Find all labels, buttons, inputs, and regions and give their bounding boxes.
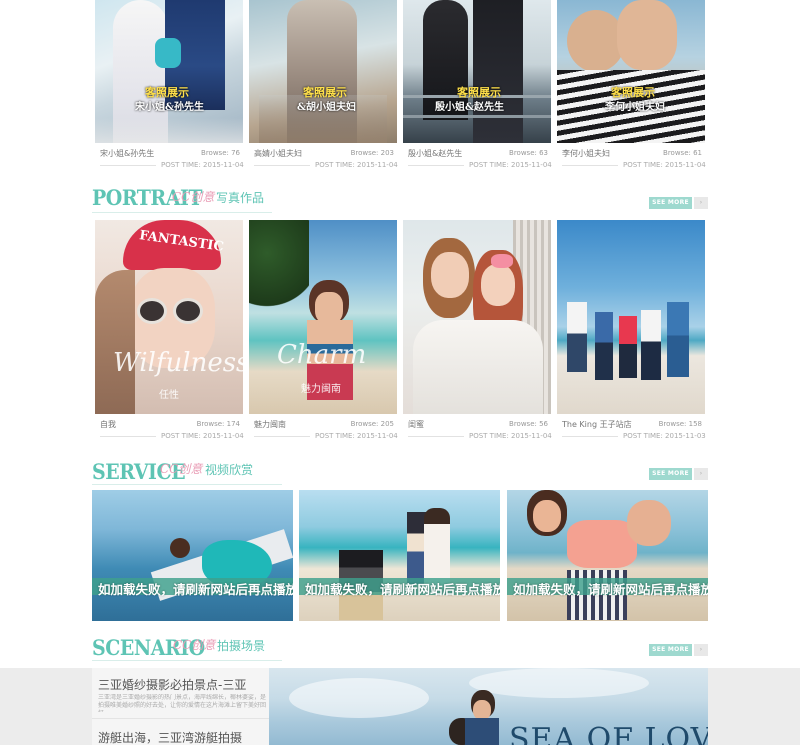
- video-overlay-text: 如加载失败，请刷新网站后再点播放: [305, 582, 500, 597]
- photo-title[interactable]: 高婧小姐夫妇: [254, 148, 302, 159]
- see-more-arrow-icon[interactable]: ›: [694, 468, 708, 480]
- scenario-item-title[interactable]: 三亚婚纱摄影必拍景点-三亚: [98, 676, 246, 693]
- see-more-arrow-icon[interactable]: ›: [694, 644, 708, 656]
- post-time: POST TIME: 2015-11-04: [161, 432, 244, 440]
- browse-count: Browse: 63: [509, 149, 548, 157]
- scenario-item-desc: 三亚湾是三亚婚纱摄影的热门景点，海岸线绵长，椰林婆娑，是拍摄唯美婚纱照的好去处，…: [98, 694, 266, 712]
- gallery-photo[interactable]: 客照展示 殷小姐&赵先生: [403, 0, 551, 143]
- caption-divider: [100, 436, 156, 437]
- gallery-photo[interactable]: 客照展示 李何小姐夫妇: [557, 0, 705, 143]
- stamp-subtitle: 宋小姐&孙先生: [135, 102, 205, 113]
- browse-count: Browse: 76: [201, 149, 240, 157]
- browse-count: Browse: 203: [350, 149, 394, 157]
- section-title-cn: 视频欣赏: [205, 463, 254, 477]
- section-title-cc: CC创意: [160, 462, 203, 476]
- photo-title[interactable]: 殷小姐&赵先生: [408, 148, 462, 159]
- section-title-cc: CC创意: [172, 190, 215, 204]
- post-time: POST TIME: 2015-11-04: [315, 432, 398, 440]
- video-overlay-text: 如加载失败，请刷新网站后再点播放: [513, 582, 708, 597]
- caption-divider: [408, 436, 464, 437]
- browse-count: Browse: 56: [509, 420, 548, 428]
- photo-title[interactable]: 魅力闽南: [254, 419, 286, 430]
- see-more-button[interactable]: SEE MORE: [649, 468, 692, 480]
- video-thumbnail[interactable]: 如加载失败，请刷新网站后再点播放: [507, 490, 708, 621]
- post-time: POST TIME: 2015-11-04: [623, 161, 706, 169]
- photo-script-title: Charm: [277, 340, 367, 370]
- photo-title[interactable]: 自我: [100, 419, 116, 430]
- stamp-subtitle: 李何小姐夫妇: [605, 102, 665, 113]
- scenario-divider: [92, 718, 269, 719]
- stamp-subtitle: 殷小姐&赵先生: [435, 102, 505, 113]
- photo-title[interactable]: 李何小姐夫妇: [562, 148, 610, 159]
- photo-script-sub: 任性: [159, 390, 179, 401]
- browse-count: Browse: 205: [350, 420, 394, 428]
- caption-divider: [100, 165, 156, 166]
- portrait-photo[interactable]: Charm 魅力闽南: [249, 220, 397, 414]
- section-title-cn: 写真作品: [216, 191, 265, 205]
- photo-title[interactable]: 闺蜜: [408, 419, 424, 430]
- caption-divider: [254, 165, 310, 166]
- photo-script-sub: 魅力闽南: [301, 384, 341, 395]
- portrait-photo[interactable]: FANTASTIC Wilfulness 任性: [95, 220, 243, 414]
- gallery-photo[interactable]: 客照展示 宋小姐&孙先生: [95, 0, 243, 143]
- section-underline: [92, 212, 272, 213]
- section-underline: [92, 484, 282, 485]
- caption-divider: [408, 165, 464, 166]
- post-time: POST TIME: 2015-11-04: [161, 161, 244, 169]
- video-overlay-text: 如加载失败，请刷新网站后再点播放: [98, 582, 293, 597]
- page: 客照展示 宋小姐&孙先生 客照展示 &胡小姐夫妇 客照展示 殷小姐&赵先生 客照…: [0, 0, 800, 745]
- post-time: POST TIME: 2015-11-04: [315, 161, 398, 169]
- section-underline: [92, 660, 282, 661]
- post-time: POST TIME: 2015-11-04: [469, 161, 552, 169]
- stamp-subtitle: &胡小姐夫妇: [297, 102, 357, 113]
- browse-count: Browse: 61: [663, 149, 702, 157]
- caption-divider: [562, 165, 618, 166]
- caption-divider: [562, 436, 618, 437]
- caption-divider: [254, 436, 310, 437]
- portrait-photo[interactable]: [403, 220, 551, 414]
- browse-count: Browse: 174: [196, 420, 240, 428]
- post-time: POST TIME: 2015-11-03: [623, 432, 706, 440]
- gallery-photo[interactable]: 客照展示 &胡小姐夫妇: [249, 0, 397, 143]
- video-thumbnail[interactable]: 如加载失败，请刷新网站后再点播放: [299, 490, 500, 621]
- photo-title[interactable]: 宋小姐&孙先生: [100, 148, 154, 159]
- see-more-button[interactable]: SEE MORE: [649, 644, 692, 656]
- photo-title[interactable]: The King 王子站店: [562, 419, 632, 430]
- see-more-button[interactable]: SEE MORE: [649, 197, 692, 209]
- post-time: POST TIME: 2015-11-04: [469, 432, 552, 440]
- video-thumbnail[interactable]: 如加载失败，请刷新网站后再点播放: [92, 490, 293, 621]
- banner-text: SEA OF LOVE: [509, 722, 708, 745]
- browse-count: Browse: 158: [658, 420, 702, 428]
- portrait-photo[interactable]: [557, 220, 705, 414]
- scenario-item-title[interactable]: 游艇出海，三亚湾游艇拍摄: [98, 729, 242, 745]
- see-more-arrow-icon[interactable]: ›: [694, 197, 708, 209]
- scenario-banner[interactable]: SEA OF LOVE: [269, 668, 708, 745]
- section-title-cc: CC创意: [173, 638, 216, 652]
- section-title-cn: 拍摄场景: [217, 639, 266, 653]
- photo-script-title: Wilfulness: [113, 348, 243, 378]
